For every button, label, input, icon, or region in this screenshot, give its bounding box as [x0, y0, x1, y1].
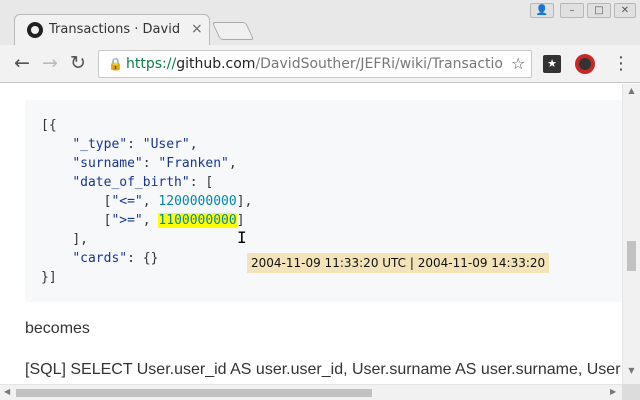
- vertical-scroll-thumb[interactable]: [627, 241, 636, 271]
- url-text[interactable]: https://github.com/DavidSouther/JEFRi/wi…: [126, 56, 506, 72]
- scroll-up-icon[interactable]: ▲: [623, 86, 640, 95]
- code-text: [{ "_type": "User", "surname": "Franken"…: [41, 118, 253, 285]
- scroll-down-icon[interactable]: ▼: [623, 366, 640, 375]
- close-window-button[interactable]: ✕: [614, 3, 636, 18]
- scroll-right-icon[interactable]: ▶: [610, 387, 616, 396]
- bookmark-extension-icon[interactable]: ★: [543, 55, 561, 73]
- code-key: "cards": [72, 251, 128, 266]
- code-value: "<=": [111, 194, 143, 209]
- extension-icon[interactable]: [575, 54, 595, 74]
- new-tab-button[interactable]: [211, 22, 255, 40]
- tab-transactions[interactable]: Transactions · David ×: [14, 14, 210, 46]
- url-scheme: https://: [126, 56, 177, 72]
- url-host: github.com: [176, 56, 256, 72]
- tab-title: Transactions · David: [49, 22, 181, 37]
- scroll-left-icon[interactable]: ◀: [4, 387, 10, 396]
- paragraph-text: becomes: [25, 320, 90, 337]
- code-value: "Franken": [158, 156, 229, 171]
- highlighted-number[interactable]: 1100000000: [158, 213, 237, 228]
- toolbar: ← → ↻ 🔒 https://github.com/DavidSouther/…: [0, 45, 640, 83]
- sql-text: [SQL] SELECT User.user_id AS user.user_i…: [25, 361, 621, 378]
- page-content: [{ "_type": "User", "surname": "Franken"…: [0, 84, 622, 384]
- url-path: /DavidSouther/JEFRi/wiki/Transactio: [255, 56, 503, 72]
- code-key: "_type": [72, 137, 128, 152]
- code-value: {}: [142, 251, 159, 266]
- tab-strip: Transactions · David × 👤 – □ ✕: [0, 0, 640, 46]
- horizontal-scroll-thumb[interactable]: [16, 389, 372, 397]
- minimize-button[interactable]: –: [560, 3, 584, 18]
- code-number: 1200000000: [158, 194, 237, 209]
- scrollbar-corner: [622, 384, 640, 400]
- bookmark-star-icon[interactable]: ☆: [511, 54, 525, 73]
- back-button[interactable]: ←: [10, 51, 34, 75]
- menu-icon[interactable]: ⋮: [612, 52, 630, 76]
- code-value: "User": [142, 137, 190, 152]
- github-icon: [27, 22, 43, 38]
- code-value: ">=": [111, 213, 143, 228]
- code-key: "date_of_birth": [72, 175, 190, 190]
- code-key: "surname": [72, 156, 143, 171]
- vertical-scrollbar[interactable]: ▲ ▼: [622, 84, 640, 384]
- profile-button[interactable]: 👤: [530, 3, 554, 18]
- code-block: [{ "_type": "User", "surname": "Franken"…: [25, 100, 622, 302]
- maximize-button[interactable]: □: [587, 3, 611, 18]
- text-cursor-icon: I: [237, 228, 247, 247]
- timestamp-tooltip: 2004-11-09 11:33:20 UTC | 2004-11-09 14:…: [247, 253, 550, 273]
- address-bar[interactable]: 🔒 https://github.com/DavidSouther/JEFRi/…: [98, 50, 532, 78]
- lock-icon: 🔒: [108, 57, 123, 71]
- code-line: }]: [41, 270, 57, 285]
- code-line: [{: [41, 118, 57, 133]
- forward-button[interactable]: →: [38, 51, 62, 75]
- horizontal-scrollbar[interactable]: ◀ ▶: [0, 384, 622, 400]
- code-line: ],: [72, 232, 88, 247]
- reload-button[interactable]: ↻: [66, 51, 90, 75]
- browser-window: Transactions · David × 👤 – □ ✕ ← → ↻ 🔒 h…: [0, 0, 640, 400]
- close-tab-icon[interactable]: ×: [191, 21, 203, 37]
